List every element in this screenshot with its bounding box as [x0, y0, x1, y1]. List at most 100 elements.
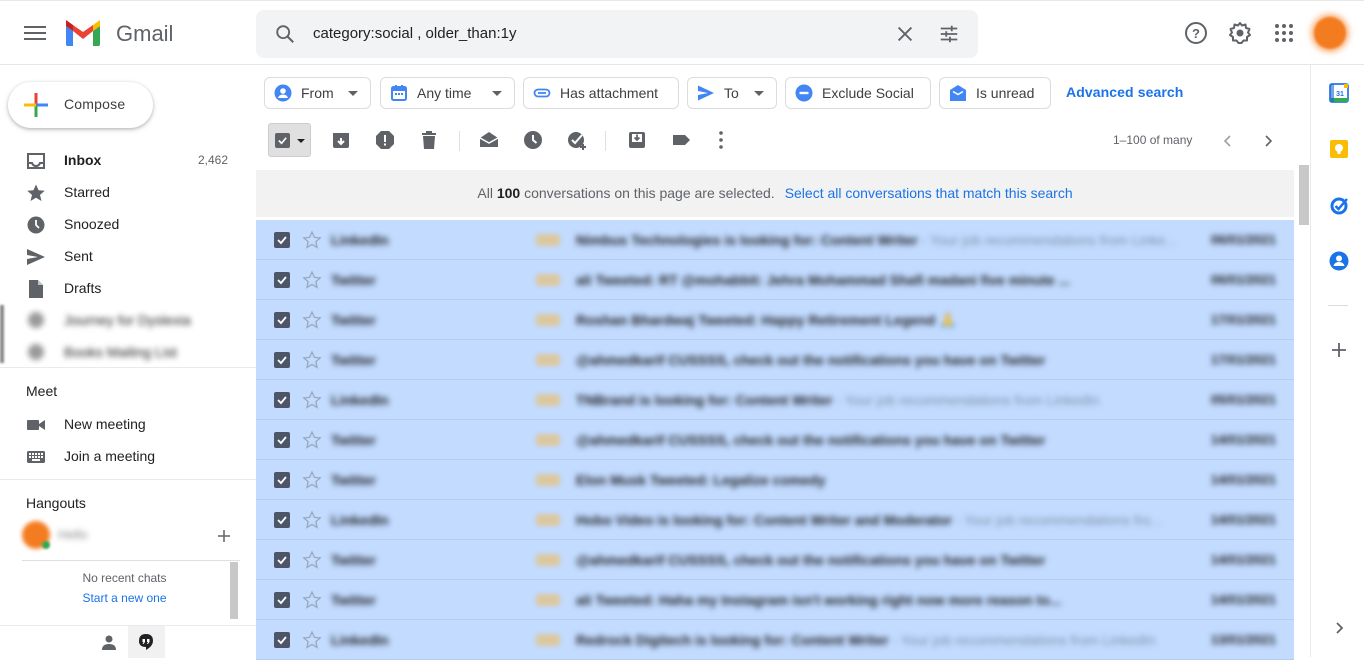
hangouts-user-name[interactable]: Hello	[58, 527, 88, 542]
row-checkbox[interactable]	[274, 312, 290, 328]
sidebar-item-inbox[interactable]: Inbox 2,462	[0, 144, 244, 176]
email-subject: @ahmedkarif CUSSSS, check out the notifi…	[576, 552, 1045, 568]
star-toggle-icon[interactable]	[302, 550, 322, 570]
subject-text: Redrock Digitech is looking for: Content…	[576, 632, 889, 648]
add-icon[interactable]	[1329, 340, 1349, 360]
contacts-icon[interactable]	[1329, 251, 1349, 271]
email-row[interactable]: Twitter @ahmedkarif CUSSSS, check out the…	[256, 420, 1294, 460]
settings-icon[interactable]	[1228, 21, 1252, 45]
row-checkbox[interactable]	[274, 432, 290, 448]
sidebar-item-label-1[interactable]: Journey for Dyslexia	[0, 304, 244, 336]
star-toggle-icon[interactable]	[302, 630, 322, 650]
category-tag	[536, 554, 560, 566]
filter-chip-exclude-social[interactable]: Exclude Social	[785, 77, 931, 109]
row-checkbox[interactable]	[274, 512, 290, 528]
sidebar-item-label-2[interactable]: Books Mailing List	[0, 336, 244, 368]
gmail-logo-icon[interactable]	[64, 18, 102, 48]
search-icon[interactable]	[274, 23, 296, 45]
hangouts-tab[interactable]	[128, 626, 165, 658]
search-bar[interactable]: category:social , older_than:1y	[256, 10, 978, 58]
star-toggle-icon[interactable]	[302, 430, 322, 450]
row-checkbox[interactable]	[274, 352, 290, 368]
sidebar-item-starred[interactable]: Starred	[0, 176, 244, 208]
advanced-search-link[interactable]: Advanced search	[1066, 84, 1183, 100]
main-menu-icon[interactable]	[24, 23, 46, 43]
email-row[interactable]: Twitter @ahmedkarif CUSSSS, check out the…	[256, 340, 1294, 380]
chat-scrollbar[interactable]	[230, 562, 238, 619]
mark-as-read-icon[interactable]	[478, 129, 500, 151]
row-checkbox[interactable]	[274, 392, 290, 408]
next-page-icon[interactable]	[1260, 133, 1276, 149]
delete-icon[interactable]	[418, 129, 440, 151]
star-toggle-icon[interactable]	[302, 390, 322, 410]
clear-search-icon[interactable]	[894, 23, 916, 45]
sidebar-item-sent[interactable]: Sent	[0, 240, 244, 272]
report-spam-icon[interactable]	[374, 129, 396, 151]
row-checkbox[interactable]	[274, 592, 290, 608]
compose-button[interactable]: Compose	[8, 82, 153, 128]
meet-title: Meet	[26, 383, 58, 399]
add-to-tasks-icon[interactable]	[566, 129, 588, 151]
star-toggle-icon[interactable]	[302, 270, 322, 290]
checkmark-icon	[277, 596, 287, 605]
email-row[interactable]: Twitter Roshan Bhardwaj Tweeted: Happy Re…	[256, 300, 1294, 340]
select-all-matching-link[interactable]: Select all conversations that match this…	[785, 185, 1073, 201]
row-checkbox[interactable]	[274, 552, 290, 568]
select-all-dropdown[interactable]	[268, 123, 311, 157]
email-sender: Twitter	[331, 432, 376, 448]
new-meeting-item[interactable]: New meeting	[0, 408, 244, 440]
more-options-icon[interactable]	[710, 129, 732, 151]
filter-chip-is-unread[interactable]: Is unread	[939, 77, 1051, 109]
search-input[interactable]: category:social , older_than:1y	[313, 25, 516, 42]
email-row[interactable]: LinkedIn TNBrand is looking for: Content …	[256, 380, 1294, 420]
filter-chip-from[interactable]: From	[264, 77, 371, 109]
expand-panel-icon[interactable]	[1331, 620, 1347, 636]
snooze-icon[interactable]	[522, 129, 544, 151]
email-row[interactable]: Twitter ali Tweeted: RT @mohabbit: Jehra …	[256, 260, 1294, 300]
calendar-icon[interactable]: 31	[1329, 83, 1349, 103]
filter-chip-to[interactable]: To	[687, 77, 777, 109]
email-row[interactable]: LinkedIn Hobo Video is looking for: Conte…	[256, 500, 1294, 540]
search-options-icon[interactable]	[938, 23, 960, 45]
star-toggle-icon[interactable]	[302, 350, 322, 370]
email-sender: Twitter	[331, 552, 376, 568]
star-toggle-icon[interactable]	[302, 470, 322, 490]
start-new-chat-link[interactable]: Start a new one	[22, 591, 227, 605]
star-toggle-icon[interactable]	[302, 590, 322, 610]
contacts-tab-icon[interactable]	[100, 634, 118, 652]
row-checkbox[interactable]	[274, 632, 290, 648]
join-meeting-item[interactable]: Join a meeting	[0, 440, 244, 472]
checkmark-icon	[277, 636, 287, 645]
sidebar-item-snoozed[interactable]: Snoozed	[0, 208, 244, 240]
help-icon[interactable]: ?	[1184, 21, 1208, 45]
email-row[interactable]: LinkedIn Nimbus Technologies is looking f…	[256, 220, 1294, 260]
move-to-icon[interactable]	[626, 129, 648, 151]
account-avatar[interactable]	[1314, 17, 1346, 49]
apps-icon[interactable]	[1272, 21, 1296, 45]
filter-chip-any-time[interactable]: Any time	[380, 77, 515, 109]
select-dropdown-caret-icon[interactable]	[297, 139, 305, 143]
keep-icon[interactable]	[1329, 139, 1349, 159]
star-toggle-icon[interactable]	[302, 510, 322, 530]
tasks-icon[interactable]	[1329, 195, 1349, 215]
email-row[interactable]: Twitter Elon Musk Tweeted: Legalize comed…	[256, 460, 1294, 500]
row-checkbox[interactable]	[274, 272, 290, 288]
email-row[interactable]: LinkedIn Redrock Digitech is looking for:…	[256, 620, 1294, 660]
email-row[interactable]: Twitter @ahmedkarif CUSSSS, check out the…	[256, 540, 1294, 580]
unread-icon	[950, 85, 966, 101]
row-checkbox[interactable]	[274, 232, 290, 248]
archive-icon[interactable]	[330, 129, 352, 151]
main-scrollbar[interactable]	[1299, 165, 1309, 225]
label-icon[interactable]	[670, 129, 692, 151]
previous-page-icon[interactable]	[1220, 133, 1236, 149]
star-toggle-icon[interactable]	[302, 230, 322, 250]
email-row[interactable]: Twitter ali Tweeted: Haha my Instagram is…	[256, 580, 1294, 620]
row-checkbox[interactable]	[274, 472, 290, 488]
email-snippet: - Your job recommendations from LinkedIn	[832, 392, 1100, 408]
star-toggle-icon[interactable]	[302, 310, 322, 330]
filter-chip-has-attachment[interactable]: Has attachment	[523, 77, 679, 109]
minus-circle-icon	[795, 84, 813, 102]
sidebar-item-drafts[interactable]: Drafts	[0, 272, 244, 304]
add-chat-icon[interactable]	[216, 528, 232, 544]
select-all-checkbox[interactable]	[275, 133, 290, 148]
